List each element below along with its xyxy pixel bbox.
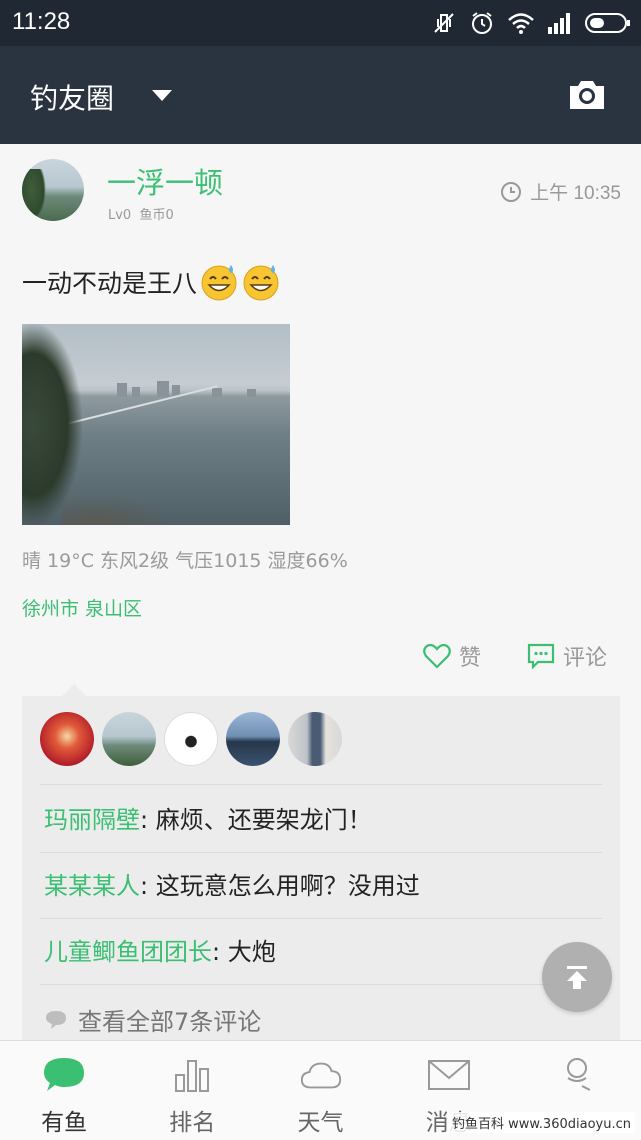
bar-chart-icon [175, 1060, 210, 1092]
mail-icon [427, 1060, 470, 1090]
comment-button[interactable]: 评论 [527, 640, 607, 672]
comment-section: 玛丽隔壁: 麻烦、还要架龙门！ 某某某人: 这玩意怎么用啊？没用过 儿童鲫鱼团团… [22, 684, 620, 1040]
scroll-to-top-button[interactable] [542, 942, 612, 1012]
nav-item-youyu[interactable]: 有鱼 [0, 1041, 128, 1140]
post-text-content: 一动不动是王八 [22, 269, 198, 298]
liker-avatars [40, 712, 342, 766]
comment-row[interactable]: 儿童鲫鱼团团长: 大炮 [44, 932, 276, 967]
post-photo[interactable] [22, 324, 290, 525]
weather-info: 晴 19°C 东风2级 气压1015 湿度66% [22, 550, 348, 572]
camera-icon[interactable] [566, 74, 608, 116]
watermark: 钓鱼百科 www.360diaoyu.cn [447, 1112, 635, 1133]
liker-avatar[interactable] [40, 712, 94, 766]
comment-icon [527, 643, 555, 669]
view-all-label: 查看全部7条评论 [78, 1008, 262, 1036]
cloud-icon [300, 1062, 341, 1089]
like-button[interactable]: 赞 [423, 640, 481, 672]
feed[interactable]: 一浮一顿 Lv0 鱼币0 上午 10:35 一动不动是王八 晴 19°C 东风2… [0, 144, 641, 1040]
post-location[interactable]: 徐州市 泉山区 [22, 594, 142, 621]
status-bar: 11:28 [0, 0, 641, 46]
vibrate-off-icon [434, 13, 454, 33]
comment-divider [40, 918, 602, 919]
battery-icon [585, 13, 630, 33]
arrow-up-to-top-icon [567, 966, 587, 989]
user-icon [566, 1058, 591, 1091]
comment-author[interactable]: 某某某人 [44, 872, 140, 900]
alarm-icon [472, 12, 492, 34]
comment-label: 评论 [562, 646, 607, 671]
status-time: 11:28 [12, 8, 71, 35]
post-actions: 赞 评论 [423, 640, 607, 672]
comment-divider [40, 984, 602, 985]
speech-bubble-icon [46, 1010, 66, 1029]
liker-avatar[interactable] [288, 712, 342, 766]
comment-divider [40, 784, 602, 785]
sweat-smile-emoji-icon [243, 265, 279, 301]
app-bar: 钓友圈 [0, 46, 641, 144]
post-time: 上午 10:35 [500, 178, 621, 205]
comment-row[interactable]: 某某某人: 这玩意怎么用啊？没用过 [44, 866, 420, 901]
sweat-smile-emoji-icon [201, 265, 237, 301]
user-coins: 鱼币0 [139, 208, 174, 223]
comment-author[interactable]: 玛丽隔壁 [44, 806, 140, 834]
post-username[interactable]: 一浮一顿 [107, 160, 223, 202]
comment-author[interactable]: 儿童鲫鱼团团长 [44, 938, 212, 966]
comment-row[interactable]: 玛丽隔壁: 麻烦、还要架龙门！ [44, 800, 372, 835]
nav-label: 天气 [297, 1110, 344, 1136]
heart-icon [423, 643, 451, 669]
avatar[interactable] [22, 159, 84, 221]
comment-divider [40, 852, 602, 853]
dropdown-arrow-icon[interactable] [152, 90, 172, 101]
user-level: Lv0 [108, 208, 132, 223]
post-text: 一动不动是王八 [22, 262, 281, 302]
nav-label: 排名 [169, 1110, 216, 1136]
liker-avatar[interactable] [226, 712, 280, 766]
clock-icon [501, 181, 522, 202]
chat-bubble-icon [44, 1058, 85, 1091]
comment-text: : 麻烦、还要架龙门！ [140, 806, 372, 834]
liker-avatar[interactable] [102, 712, 156, 766]
nav-item-weather[interactable]: 天气 [256, 1041, 384, 1140]
view-all-comments[interactable]: 查看全部7条评论 [44, 1002, 261, 1037]
app-title[interactable]: 钓友圈 [30, 77, 114, 117]
comment-text: : 这玩意怎么用啊？没用过 [140, 872, 420, 900]
nav-item-ranking[interactable]: 排名 [128, 1041, 256, 1140]
status-icons [431, 10, 631, 36]
nav-label: 有鱼 [41, 1110, 88, 1136]
like-label: 赞 [458, 646, 481, 671]
wifi-icon [508, 13, 534, 34]
user-info: Lv0 鱼币0 [108, 204, 174, 223]
signal-icon [548, 13, 570, 34]
liker-avatar[interactable] [164, 712, 218, 766]
post-time-text: 上午 10:35 [530, 183, 621, 204]
comment-text: : 大炮 [212, 938, 276, 966]
comment-caret [62, 684, 86, 696]
